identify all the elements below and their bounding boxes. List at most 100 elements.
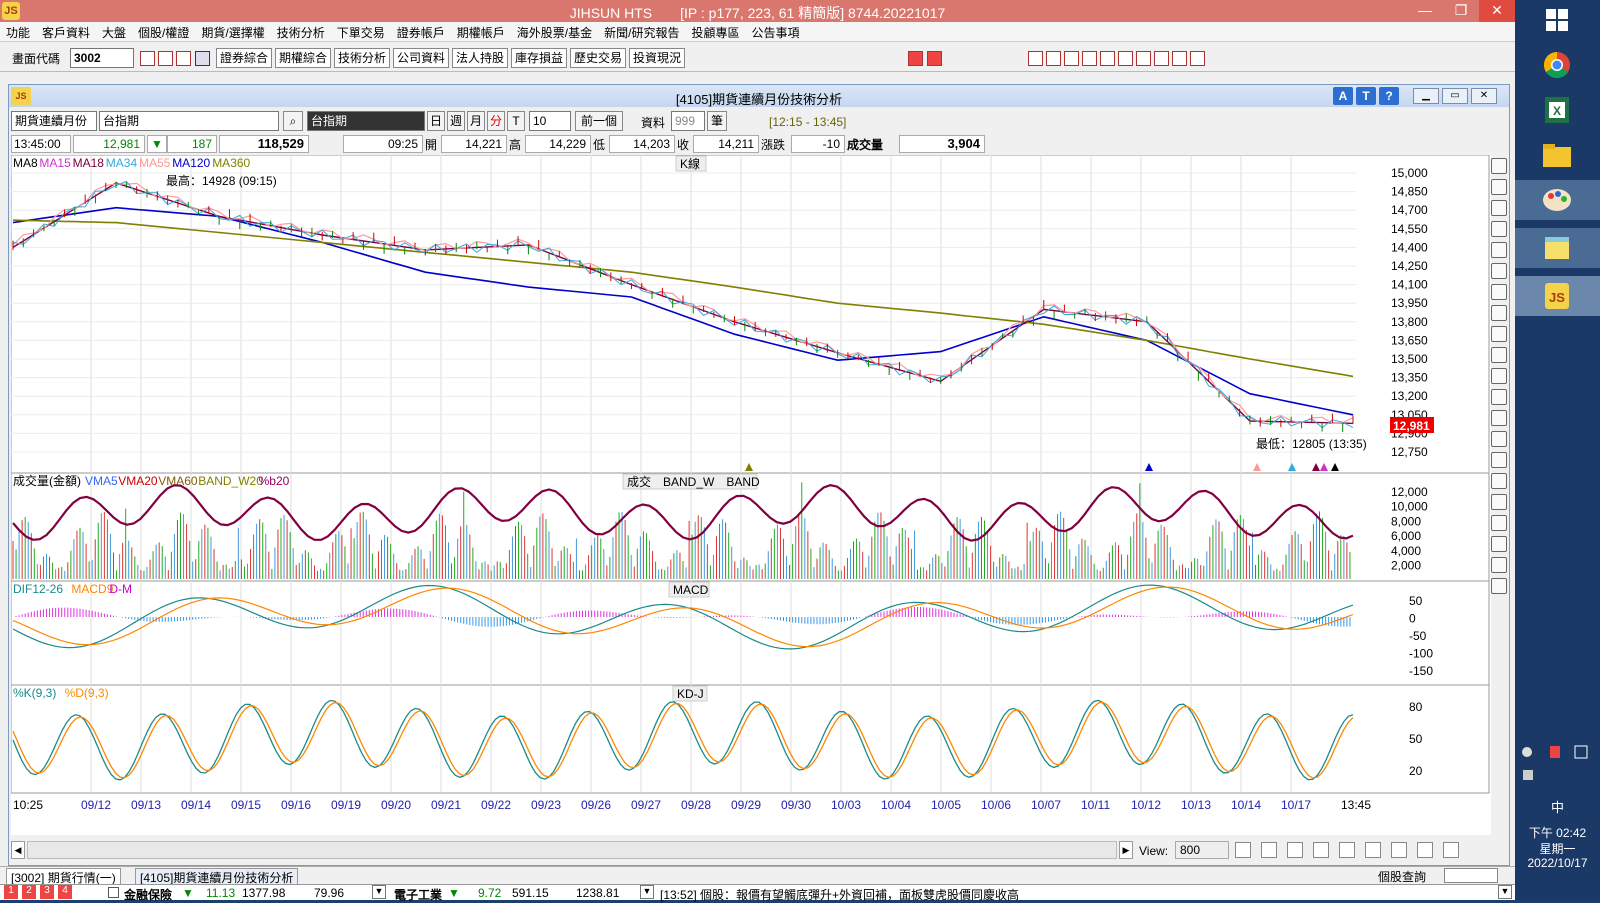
news-headline[interactable]: [13:52] 個股：報價有望觸底彈升+外資回補，面板雙虎股價同慶收高 [660, 886, 1019, 903]
quick-tool-icon[interactable] [1082, 51, 1097, 66]
drawing-tool-icon[interactable] [1491, 326, 1507, 342]
toolbar-button[interactable]: 公司資料 [393, 48, 450, 68]
contract-type-select[interactable]: 期貨連續月份 [11, 111, 97, 131]
chart-tool-icon[interactable] [1339, 842, 1355, 858]
toolbar-button[interactable]: 技術分析 [334, 48, 391, 68]
quick-tool-icon[interactable] [1046, 51, 1061, 66]
chart-tool-icon[interactable] [1417, 842, 1433, 858]
drawing-tool-icon[interactable] [1491, 200, 1507, 216]
unit-button[interactable]: 筆 [707, 111, 727, 131]
layout-1-icon[interactable]: 1 [4, 885, 18, 899]
drawing-tool-icon[interactable] [1491, 515, 1507, 531]
toolbar-button[interactable]: 法人持股 [452, 48, 509, 68]
close-button[interactable]: ✕ [1479, 0, 1515, 22]
back-icon[interactable] [908, 51, 923, 66]
drawing-tool-icon[interactable] [1491, 557, 1507, 573]
help-button[interactable]: ? [1379, 87, 1399, 105]
drawing-tool-icon[interactable] [1491, 158, 1507, 174]
chart-tool-icon[interactable] [1287, 842, 1303, 858]
close-button[interactable]: ✕ [1471, 88, 1497, 104]
layout-2-icon[interactable]: 2 [22, 885, 36, 899]
period-day-button[interactable]: 日 [427, 111, 445, 131]
explorer-icon[interactable] [1515, 135, 1600, 175]
restore-button[interactable]: ▭ [1442, 88, 1468, 104]
minimize-button[interactable]: ▁ [1413, 88, 1439, 104]
paint-icon[interactable] [1515, 180, 1600, 220]
symbol-select[interactable]: 台指期 [99, 111, 279, 131]
toolbar-button[interactable]: 歷史交易 [570, 48, 627, 68]
drawing-tool-icon[interactable] [1491, 536, 1507, 552]
text-button[interactable]: T [1356, 87, 1376, 105]
excel-icon[interactable]: X [1515, 90, 1600, 130]
minimize-button[interactable]: — [1407, 0, 1443, 22]
quick-tool-icon[interactable] [1100, 51, 1115, 66]
jihsun-hts-icon[interactable]: JS [1515, 276, 1600, 316]
drawing-tool-icon[interactable] [1491, 473, 1507, 489]
chart-tool-icon[interactable] [1235, 842, 1251, 858]
technical-chart[interactable]: 10:25 09/12 09/13 09/14 09/15 09/16 09/19 09/20… [11, 155, 1491, 835]
drawing-tool-icon[interactable] [1491, 305, 1507, 321]
quick-tool-icon[interactable] [1172, 51, 1187, 66]
menu-item[interactable]: 大盤 [96, 22, 132, 43]
drawing-tool-icon[interactable] [1491, 410, 1507, 426]
chart-tool-icon[interactable] [1365, 842, 1381, 858]
chart-tool-icon[interactable] [1443, 842, 1459, 858]
data-count-input[interactable]: 999 [671, 111, 705, 131]
quick-tool-icon[interactable] [1028, 51, 1043, 66]
period-tick-button[interactable]: T [507, 111, 525, 131]
chart-tool-icon[interactable] [1391, 842, 1407, 858]
dropdown-icon[interactable]: ▼ [1498, 885, 1512, 899]
quick-tool-icon[interactable] [1064, 51, 1079, 66]
quick-tool-icon[interactable] [1190, 51, 1205, 66]
toolbar-button[interactable]: 證券綜合 [216, 48, 273, 68]
dropdown-icon[interactable]: ▼ [372, 885, 386, 899]
maximize-button[interactable]: ❐ [1443, 0, 1479, 22]
scroll-left-icon[interactable]: ◀ [11, 841, 25, 859]
quick-tool-icon[interactable] [1154, 51, 1169, 66]
menu-item[interactable]: 技術分析 [271, 22, 331, 43]
drawing-tool-icon[interactable] [1491, 347, 1507, 363]
drawing-tool-icon[interactable] [1491, 242, 1507, 258]
search-icon[interactable]: ⌕ [283, 111, 303, 131]
quick-tool-icon[interactable] [1118, 51, 1133, 66]
toolbar-button[interactable]: 庫存損益 [511, 48, 568, 68]
menu-item[interactable]: 功能 [0, 22, 36, 43]
menu-item[interactable]: 期權帳戶 [451, 22, 511, 43]
period-month-button[interactable]: 月 [467, 111, 485, 131]
period-minute-button[interactable]: 分 [487, 111, 505, 131]
quick-tool-icon[interactable] [1136, 51, 1151, 66]
dropdown-icon[interactable] [195, 51, 210, 66]
chart-scrollbar[interactable] [27, 841, 1117, 859]
sticky-notes-icon[interactable] [1515, 228, 1600, 268]
menu-item[interactable]: 證券帳戶 [391, 22, 451, 43]
drawing-tool-icon[interactable] [1491, 263, 1507, 279]
clock-time[interactable]: 下午 02:42 [1515, 824, 1600, 841]
chart-tool-icon[interactable] [1261, 842, 1277, 858]
search-icon[interactable] [140, 51, 155, 66]
checkbox[interactable] [108, 887, 119, 898]
drawing-tool-icon[interactable] [1491, 221, 1507, 237]
drawing-tool-icon[interactable] [1491, 452, 1507, 468]
view-input[interactable]: 800 [1175, 841, 1229, 859]
window-icon[interactable] [158, 51, 173, 66]
tray-icons[interactable] [1515, 740, 1600, 790]
code-input[interactable]: 3002 [70, 48, 134, 68]
chrome-icon[interactable] [1515, 45, 1600, 85]
drawing-tool-icon[interactable] [1491, 179, 1507, 195]
toolbar-button[interactable]: 期權綜合 [275, 48, 332, 68]
interval-select[interactable]: 10 [529, 111, 571, 131]
drawing-tool-icon[interactable] [1491, 284, 1507, 300]
menu-item[interactable]: 投顧專區 [685, 22, 745, 43]
menu-item[interactable]: 公告事項 [746, 22, 806, 43]
print-icon[interactable] [176, 51, 191, 66]
drawing-tool-icon[interactable] [1491, 578, 1507, 594]
stock-query-input[interactable] [1444, 868, 1498, 883]
chart-tool-icon[interactable] [1313, 842, 1329, 858]
menu-item[interactable]: 新聞/研究報告 [598, 22, 685, 43]
menu-item[interactable]: 個股/權證 [132, 22, 195, 43]
layout-3-icon[interactable]: 3 [40, 885, 54, 899]
menu-item[interactable]: 海外股票/基金 [511, 22, 598, 43]
layout-4-icon[interactable]: 4 [58, 885, 72, 899]
period-week-button[interactable]: 週 [447, 111, 465, 131]
prev-button[interactable]: 前一個 [575, 111, 623, 131]
